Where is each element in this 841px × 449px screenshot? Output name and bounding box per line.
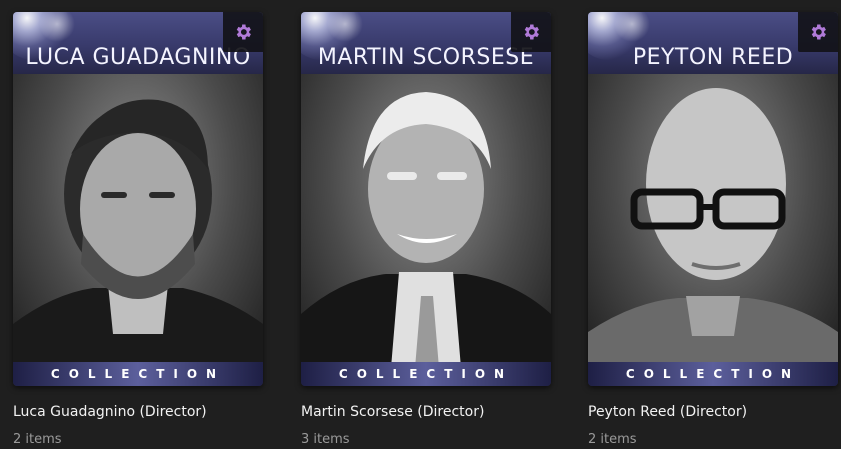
director-portrait — [301, 74, 551, 368]
collection-card[interactable]: PEYTON REED COLLECTION Peyton Reed (Dire… — [588, 12, 838, 447]
item-count: 3 items — [301, 432, 350, 447]
collection-label: COLLECTION — [13, 362, 263, 386]
card-settings-button[interactable] — [798, 12, 838, 52]
collection-title[interactable]: Luca Guadagnino (Director) — [13, 404, 263, 420]
card-settings-button[interactable] — [223, 12, 263, 52]
card-settings-button[interactable] — [511, 12, 551, 52]
director-portrait — [13, 74, 263, 368]
item-count: 2 items — [588, 432, 637, 447]
director-portrait — [588, 74, 838, 368]
gear-icon — [524, 24, 539, 40]
collection-card[interactable]: MARTIN SCORSESE COLLECTION Martin Scorse… — [301, 12, 551, 447]
collection-title[interactable]: Peyton Reed (Director) — [588, 404, 838, 420]
gear-icon — [236, 24, 251, 40]
collection-poster[interactable]: PEYTON REED COLLECTION — [588, 12, 838, 386]
collection-poster[interactable]: LUCA GUADAGNINO COLLECTION — [13, 12, 263, 386]
collection-label: COLLECTION — [588, 362, 838, 386]
collection-label: COLLECTION — [301, 362, 551, 386]
collection-title[interactable]: Martin Scorsese (Director) — [301, 404, 551, 420]
gear-icon — [811, 24, 826, 40]
item-count: 2 items — [13, 432, 62, 447]
collection-poster[interactable]: MARTIN SCORSESE COLLECTION — [301, 12, 551, 386]
collection-card[interactable]: LUCA GUADAGNINO COLLECTION Luca Guadagni… — [13, 12, 263, 447]
